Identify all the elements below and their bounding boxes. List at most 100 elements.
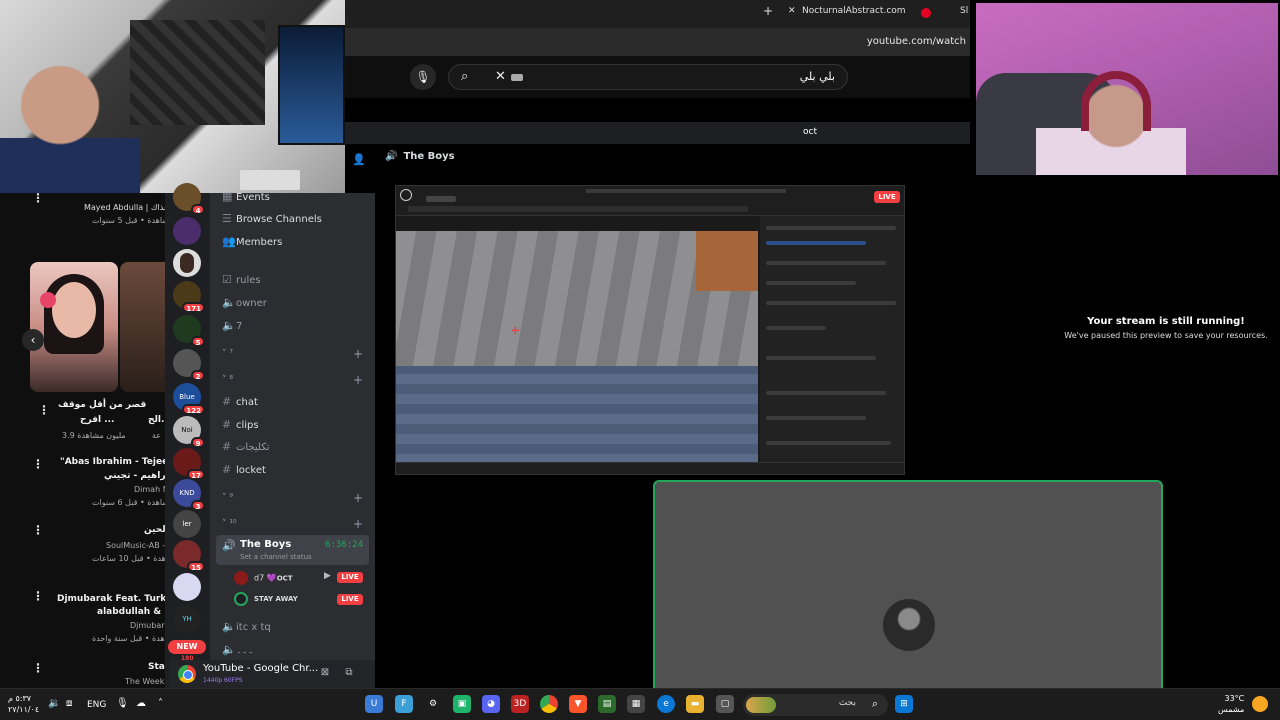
- app-icon[interactable]: ▣: [453, 695, 471, 713]
- add-channel-icon[interactable]: +: [353, 347, 363, 361]
- video-thumbnail-2[interactable]: [120, 262, 165, 392]
- add-channel-icon[interactable]: +: [353, 373, 363, 387]
- server-icon[interactable]: ler: [173, 510, 201, 538]
- server-icon[interactable]: 4: [173, 183, 205, 215]
- more-icon[interactable]: ⋮: [32, 191, 44, 205]
- add-channel-icon[interactable]: +: [353, 517, 363, 531]
- chevron-left-icon[interactable]: ‹: [22, 329, 44, 351]
- server-icon[interactable]: YH: [173, 605, 201, 633]
- mic-icon[interactable]: 🎙: [116, 698, 129, 709]
- friends-icon[interactable]: 👤: [352, 153, 366, 166]
- more-icon[interactable]: ⋮: [38, 403, 50, 417]
- tab-nocturnal[interactable]: NocturnalAbstract.com: [802, 6, 906, 16]
- feed-title[interactable]: قصر من أقل موقف: [58, 400, 146, 410]
- channel-last[interactable]: 🔈۔۔۔: [222, 643, 254, 656]
- taskbar-search[interactable]: بحث ⌕: [743, 694, 888, 716]
- chevron-up-icon[interactable]: ˄: [158, 698, 163, 709]
- search-icon[interactable]: ⌕: [461, 69, 468, 84]
- steam-icon[interactable]: ⚙: [424, 695, 442, 713]
- keyboard-icon[interactable]: [511, 74, 523, 81]
- stream-preview[interactable]: ✛: [395, 185, 905, 475]
- channel-itc[interactable]: 🔈itc x tq: [222, 620, 271, 633]
- language-indicator[interactable]: ENG: [87, 700, 106, 710]
- events-link[interactable]: ▦ Events: [222, 190, 270, 203]
- voice-channel-the-boys[interactable]: 🔊 The Boys 6:36:24 Set a channel status: [216, 535, 369, 565]
- close-tab-icon[interactable]: ✕: [788, 6, 796, 16]
- server-icon[interactable]: 17: [173, 448, 205, 480]
- stream-settings-icon[interactable]: ⧉: [342, 667, 356, 681]
- server-icon[interactable]: Noi 9: [173, 416, 205, 448]
- task-view-icon[interactable]: ▢: [716, 695, 734, 713]
- category-header[interactable]: ˅ ⁷: [222, 349, 233, 359]
- new-tab-button[interactable]: +: [763, 4, 773, 18]
- server-icon[interactable]: 2: [173, 349, 205, 381]
- category-header[interactable]: ˅ ¹⁰: [222, 519, 237, 529]
- files-app-icon[interactable]: F: [395, 695, 413, 713]
- keyboard: [240, 170, 300, 190]
- server-icon[interactable]: KND 3: [173, 479, 205, 511]
- server-icon[interactable]: [173, 217, 201, 245]
- server-icon[interactable]: 171: [173, 281, 205, 313]
- channel-owner[interactable]: 🔈owner: [222, 296, 267, 309]
- channel-locket[interactable]: # locket: [222, 463, 266, 476]
- channel-chat[interactable]: # chat: [222, 395, 258, 408]
- search-input[interactable]: ⌕ ✕ بلي بلي: [448, 64, 848, 90]
- start-icon[interactable]: ⊞: [895, 695, 913, 713]
- more-icon[interactable]: ⋮: [32, 589, 44, 603]
- channel-status[interactable]: Set a channel status: [240, 553, 312, 561]
- server-icon[interactable]: 15: [173, 540, 205, 572]
- feed-channel[interactable]: Djmubar: [130, 621, 165, 630]
- edge-icon[interactable]: e: [657, 695, 675, 713]
- participant-tile[interactable]: [653, 480, 1163, 688]
- new-unreads-badge[interactable]: NEW: [168, 640, 206, 654]
- chrome-icon[interactable]: [540, 695, 558, 713]
- url-text: youtube.com/watch: [866, 36, 966, 47]
- feed-title[interactable]: ابراهيم - تجيني: [104, 471, 172, 481]
- server-icon[interactable]: [173, 249, 201, 277]
- category-header[interactable]: ˅ ⁹: [222, 493, 233, 503]
- channel-arabic[interactable]: # تكليجات: [222, 440, 270, 453]
- voice-search-button[interactable]: 🎙: [410, 64, 436, 90]
- weather-widget[interactable]: 33°C مشمس: [1218, 693, 1244, 715]
- volume-icon[interactable]: 🔉: [48, 698, 60, 709]
- hash-icon: #: [222, 463, 232, 476]
- cloud-icon[interactable]: ☁: [136, 698, 146, 709]
- feed-title[interactable]: Djmubarak Feat. Turky -: [57, 594, 179, 604]
- clock[interactable]: ٥:٣٧ م ٢٧/١١/٠٤: [8, 693, 39, 715]
- network-icon[interactable]: ⧈: [66, 698, 72, 709]
- server-icon[interactable]: [173, 573, 201, 601]
- more-icon[interactable]: ⋮: [32, 457, 44, 471]
- members-link[interactable]: 👥Members: [222, 235, 282, 248]
- server-icon[interactable]: 5: [173, 315, 205, 347]
- discord-icon[interactable]: ◕: [482, 695, 500, 713]
- browse-channels-link[interactable]: ☰ Browse Channels: [222, 212, 322, 225]
- more-icon[interactable]: ⋮: [32, 523, 44, 537]
- store-icon[interactable]: ▦: [627, 695, 645, 713]
- more-icon[interactable]: ⋮: [32, 661, 44, 675]
- channel-rules[interactable]: ☑ rules: [222, 273, 261, 286]
- brave-icon[interactable]: ▼: [569, 695, 587, 713]
- app-icon[interactable]: ▤: [598, 695, 616, 713]
- feed-title[interactable]: افرح ...: [80, 415, 114, 425]
- feed-channel[interactable]: Mayed Abdulla | عذاك: [84, 203, 169, 212]
- clear-search-icon[interactable]: ✕: [495, 69, 506, 84]
- unreal-icon[interactable]: U: [365, 695, 383, 713]
- channel-7[interactable]: 🔈7: [222, 319, 242, 332]
- category-header[interactable]: ˅ ⁸: [222, 375, 233, 385]
- voice-user[interactable]: d7 💜OCT: [234, 571, 293, 585]
- file-explorer-icon[interactable]: ▬: [686, 695, 704, 713]
- stop-stream-icon[interactable]: ⊠: [318, 667, 332, 681]
- voice-user[interactable]: STAY AWAY: [234, 592, 298, 606]
- feed-channel[interactable]: SoulMusic-AB -: [106, 541, 165, 550]
- channel-chip-oct[interactable]: oct: [803, 127, 817, 137]
- channel-clips[interactable]: # clips: [222, 418, 259, 431]
- server-icon[interactable]: Blue 122: [173, 383, 205, 415]
- feed-title[interactable]: Sta: [148, 662, 165, 672]
- 3d-app-icon[interactable]: 3D: [511, 695, 529, 713]
- address-bar[interactable]: youtube.com/watch: [345, 28, 970, 56]
- add-channel-icon[interactable]: +: [353, 491, 363, 505]
- feed-channel[interactable]: The Weekn: [125, 677, 169, 686]
- stream-activity-bar: YouTube - Google Chr... 1440p 60FPS ⊠ ⧉: [170, 660, 375, 688]
- tab-partial[interactable]: Sl: [960, 6, 968, 16]
- video-thumbnail[interactable]: [30, 262, 118, 392]
